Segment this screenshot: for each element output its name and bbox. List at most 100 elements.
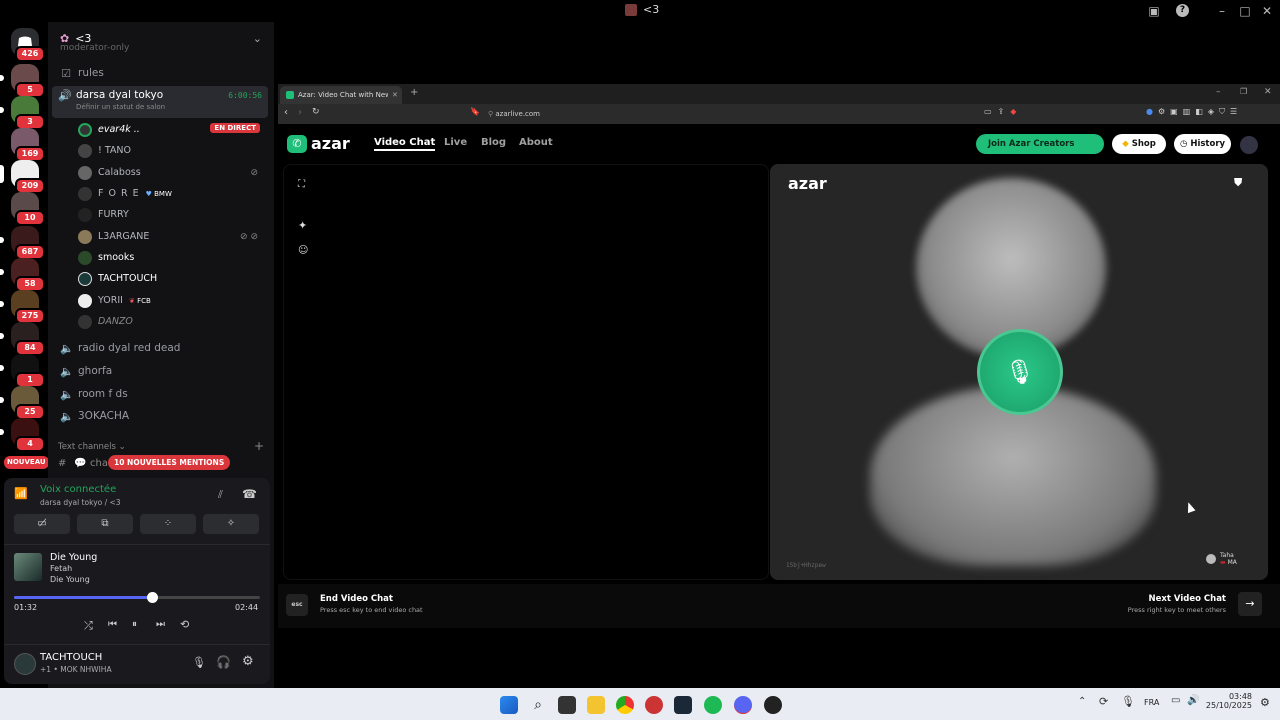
- video-off-button[interactable]: ▭̸: [14, 514, 70, 534]
- voice-member[interactable]: ! TANO: [78, 140, 268, 161]
- voice-member[interactable]: YORII ❦ FCB: [78, 290, 268, 311]
- report-shield-icon[interactable]: ⛊: [1234, 176, 1242, 190]
- voice-channel-item[interactable]: 🔈 ghorfa: [54, 360, 268, 382]
- settings-gear-icon[interactable]: ⚙: [242, 654, 254, 669]
- task-view-icon[interactable]: [558, 696, 576, 714]
- nav-blog[interactable]: Blog: [481, 137, 506, 148]
- extensions-toolbar[interactable]: ●⚙▣▥◧◈⛉☰: [1146, 107, 1242, 117]
- server-icon-selected[interactable]: 209: [0, 160, 45, 194]
- reload-icon[interactable]: ↻: [312, 107, 320, 117]
- microphone-permission-icon[interactable]: 🎙: [977, 329, 1063, 415]
- voice-channel-item[interactable]: 🔈 room f ds: [54, 383, 268, 405]
- repeat-icon[interactable]: ⟲: [180, 618, 189, 631]
- activities-button[interactable]: ⁘: [140, 514, 196, 534]
- browser-close-button[interactable]: ✕: [1264, 87, 1272, 97]
- file-explorer-icon[interactable]: [587, 696, 605, 714]
- direct-messages-icon[interactable]: 426: [11, 28, 45, 62]
- inbox-icon[interactable]: ▣: [1146, 3, 1162, 19]
- peer-info[interactable]: Taha ▬ MA: [1206, 552, 1237, 566]
- tray-chevron-icon[interactable]: ⌃: [1078, 696, 1086, 707]
- server-icon[interactable]: 58: [0, 258, 45, 292]
- voice-member[interactable]: L3ARGANE ⊘ ⊘: [78, 226, 268, 247]
- track-title[interactable]: Die Young: [50, 552, 97, 563]
- voice-member[interactable]: Calaboss ⊘: [78, 162, 268, 183]
- track-artist[interactable]: Fetah: [50, 564, 72, 573]
- forward-icon[interactable]: ›: [298, 107, 302, 118]
- clock[interactable]: 03:48 25/10/2025: [1204, 692, 1252, 710]
- voice-channel-item[interactable]: 🔈 3OKACHA: [54, 405, 268, 427]
- server-icon[interactable]: 1: [0, 354, 45, 388]
- server-icon[interactable]: 169: [11, 128, 45, 162]
- language-indicator[interactable]: FRA: [1144, 698, 1159, 707]
- server-icon[interactable]: 25: [0, 386, 45, 420]
- screen-share-button[interactable]: ⧉: [77, 514, 133, 534]
- server-icon[interactable]: 84: [0, 322, 45, 356]
- url-field[interactable]: ⚲ azarlive.com: [488, 107, 968, 121]
- azar-logo[interactable]: ✆ azar: [287, 134, 350, 153]
- server-icon[interactable]: 275: [0, 290, 45, 324]
- server-icon[interactable]: 10: [11, 192, 45, 226]
- search-icon[interactable]: ⌕: [529, 696, 547, 714]
- sync-icon[interactable]: ⟳: [1099, 695, 1108, 708]
- new-badge[interactable]: NOUVEAU: [4, 456, 49, 469]
- close-button[interactable]: ✕: [1259, 3, 1275, 19]
- server-icon[interactable]: 5: [0, 64, 45, 98]
- end-chat-title[interactable]: End Video Chat: [320, 594, 393, 604]
- shuffle-icon[interactable]: ⤮: [84, 619, 93, 633]
- address-actions[interactable]: ▭⇪◆: [984, 107, 1022, 116]
- steam-icon[interactable]: [674, 696, 692, 714]
- signal-icon[interactable]: 📶: [14, 487, 28, 500]
- app-icon[interactable]: [764, 696, 782, 714]
- nav-live[interactable]: Live: [444, 137, 467, 148]
- browser-minimize-button[interactable]: –: [1216, 87, 1221, 97]
- server-icon[interactable]: 687: [0, 226, 45, 260]
- minimize-button[interactable]: –: [1214, 3, 1230, 19]
- headphones-icon[interactable]: 🎧: [216, 655, 231, 669]
- new-tab-icon[interactable]: +: [410, 87, 418, 98]
- esc-key-badge[interactable]: esc: [286, 594, 308, 616]
- effects-sparkle-icon[interactable]: ✦: [298, 219, 307, 232]
- voice-member[interactable]: TACHTOUCH: [78, 268, 268, 289]
- channel-item-chat[interactable]: # 💬 cha: [58, 458, 108, 469]
- nav-about[interactable]: About: [519, 137, 553, 148]
- disconnect-icon[interactable]: ☎: [242, 487, 257, 501]
- tray-mic-icon[interactable]: 🎙: [1121, 695, 1135, 708]
- browser-tab[interactable]: Azar: Video Chat with New Pe ✕: [280, 86, 402, 104]
- next-chat-title[interactable]: Next Video Chat: [1078, 594, 1226, 604]
- noise-suppression-icon[interactable]: ⫽: [218, 488, 223, 502]
- progress-handle[interactable]: [146, 592, 158, 603]
- channel-item-active-voice[interactable]: 🔊 darsa dyal tokyo Définir un statut de …: [52, 86, 268, 118]
- join-creators-button[interactable]: Join Azar Creators: [976, 134, 1104, 154]
- channel-status[interactable]: Définir un statut de salon: [76, 103, 165, 111]
- soundboard-button[interactable]: ✧: [203, 514, 259, 534]
- voice-member[interactable]: smooks: [78, 247, 268, 268]
- bookmark-icon[interactable]: 🔖: [470, 107, 480, 116]
- user-name[interactable]: TACHTOUCH: [40, 652, 102, 663]
- voice-member[interactable]: evar4k .. EN DIRECT: [78, 119, 268, 140]
- voice-member[interactable]: FURRY: [78, 204, 268, 225]
- category-header[interactable]: Text channels ⌄: [58, 442, 126, 452]
- volume-icon[interactable]: 🔊: [1187, 695, 1199, 706]
- shop-button[interactable]: ◆ Shop: [1112, 134, 1166, 154]
- microphone-icon[interactable]: 🎙: [192, 656, 206, 669]
- face-filter-icon[interactable]: ☺: [298, 245, 308, 256]
- chrome-icon[interactable]: [616, 696, 634, 714]
- app-icon[interactable]: [645, 696, 663, 714]
- windows-start-icon[interactable]: [500, 696, 518, 714]
- voice-member[interactable]: F O R E ♥ BMW: [78, 183, 268, 204]
- progress-bar[interactable]: [14, 592, 260, 603]
- notifications-icon[interactable]: ⚙: [1260, 696, 1270, 709]
- voice-channel-item[interactable]: 🔈 radio dyal red dead: [54, 337, 268, 359]
- channel-item-rules[interactable]: ☑ rules: [54, 62, 268, 84]
- discord-icon[interactable]: [734, 696, 752, 714]
- next-arrow-button[interactable]: →: [1238, 592, 1262, 616]
- voice-member[interactable]: DANZO: [78, 311, 268, 332]
- nav-video-chat[interactable]: Video Chat: [374, 137, 436, 151]
- back-icon[interactable]: ‹: [284, 107, 288, 118]
- help-icon[interactable]: ?: [1176, 4, 1189, 17]
- add-channel-icon[interactable]: +: [254, 439, 264, 453]
- history-button[interactable]: ◷ History: [1174, 134, 1231, 154]
- previous-icon[interactable]: ⏮: [108, 619, 117, 630]
- close-tab-icon[interactable]: ✕: [392, 91, 398, 99]
- new-mentions-pill[interactable]: 10 NOUVELLES MENTIONS: [108, 455, 231, 470]
